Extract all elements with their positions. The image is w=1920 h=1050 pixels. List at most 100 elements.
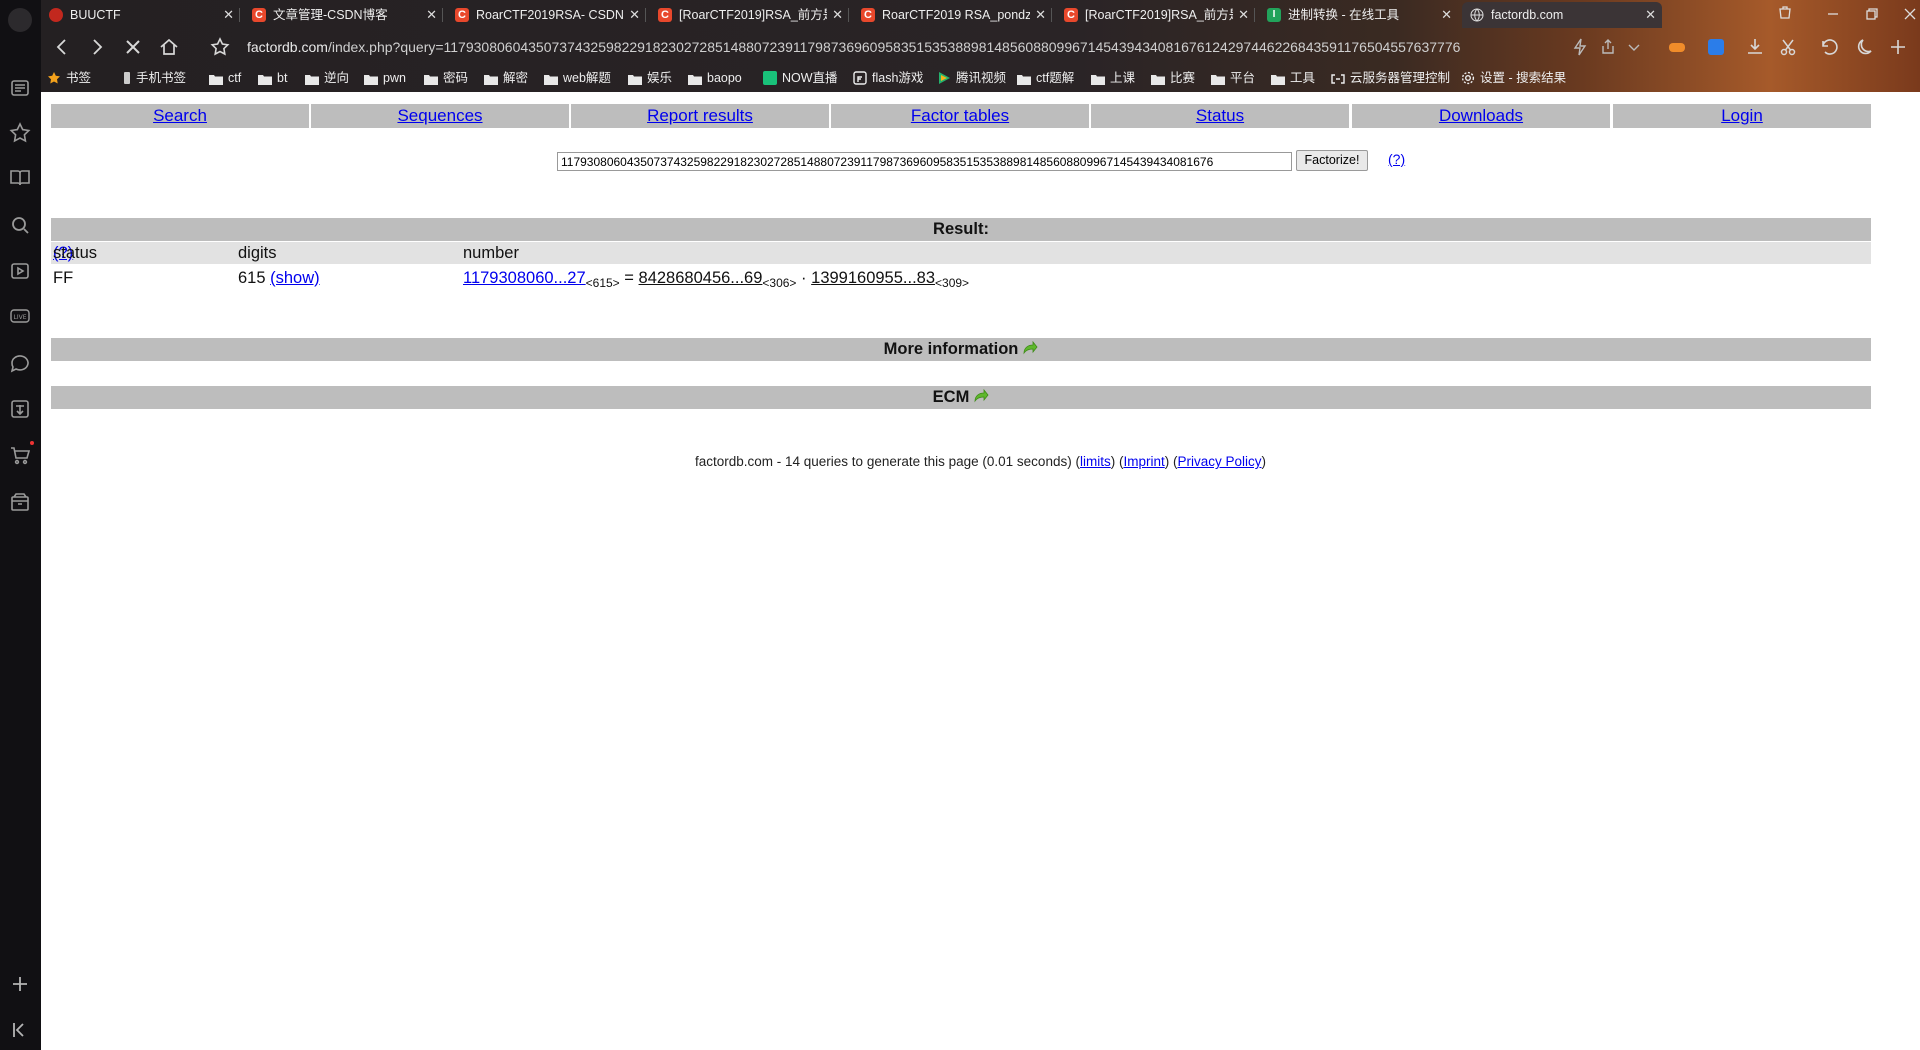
search-input[interactable] (557, 152, 1292, 171)
bookmark-item[interactable]: 云服务器管理控制 (1331, 69, 1450, 87)
bookmark-folder[interactable]: web解题 (544, 69, 611, 87)
menu-link-search[interactable]: Search (153, 106, 207, 125)
browser-sidebar: LIVE (0, 0, 41, 1050)
menu-link-login[interactable]: Login (1721, 106, 1763, 125)
menu-link-factor-tables[interactable]: Factor tables (911, 106, 1009, 125)
restore-icon[interactable] (1861, 4, 1883, 24)
home-icon[interactable] (158, 36, 180, 58)
add-icon[interactable] (8, 972, 32, 996)
scissors-icon[interactable] (1778, 36, 1800, 58)
video-icon[interactable] (8, 259, 32, 283)
bookmark-item[interactable]: 手机书签 (123, 69, 186, 87)
undo-icon[interactable] (1817, 36, 1839, 58)
tab-roarctf-rsa-2[interactable]: C [RoarCTF2019]RSA_前方是 ✕ (1056, 2, 1255, 28)
bookmark-folder[interactable]: pwn (364, 69, 406, 87)
bookmark-folder[interactable]: bt (258, 69, 287, 87)
factordb-menu: Search Sequences Report results Factor t… (51, 104, 1871, 128)
privacy-policy-link[interactable]: Privacy Policy (1177, 454, 1261, 469)
close-icon[interactable]: ✕ (832, 2, 843, 28)
bookmark-folder[interactable]: 平台 (1211, 69, 1255, 87)
game-controller-icon[interactable] (1666, 36, 1688, 58)
tab-roarctf-rsa-1[interactable]: C [RoarCTF2019]RSA_前方是 ✕ (650, 2, 849, 28)
close-icon[interactable]: ✕ (1035, 2, 1046, 28)
share-icon[interactable] (1597, 36, 1619, 58)
bookmark-item[interactable]: 腾讯视频 (937, 69, 1006, 87)
bookmark-folder[interactable]: 娱乐 (628, 69, 672, 87)
menu-link-downloads[interactable]: Downloads (1439, 106, 1523, 125)
new-tab-plus-icon[interactable] (1887, 36, 1909, 58)
factorize-button[interactable]: Factorize! (1296, 150, 1368, 171)
chevron-down-icon[interactable] (1623, 36, 1645, 58)
bookmark-folder[interactable]: 逆向 (305, 69, 349, 87)
favorites-star-icon[interactable] (8, 121, 32, 145)
close-icon[interactable]: ✕ (1645, 2, 1656, 28)
news-icon[interactable] (8, 76, 32, 100)
stop-loading-icon[interactable] (122, 36, 144, 58)
menu-link-sequences[interactable]: Sequences (397, 106, 482, 125)
forward-icon[interactable] (86, 36, 108, 58)
bookmark-folder[interactable]: 上课 (1091, 69, 1135, 87)
expand-arrow-icon[interactable] (973, 389, 989, 403)
tab-base-convert[interactable]: I 进制转换 - 在线工具 ✕ (1259, 2, 1458, 28)
tab-buuctf[interactable]: BUUCTF ✕ (41, 2, 240, 28)
factor-2-link[interactable]: 1399160955...83 (811, 269, 935, 287)
bookmark-folder[interactable]: 解密 (484, 69, 528, 87)
factor-1-link[interactable]: 8428680456...69 (639, 269, 763, 287)
bookmark-item[interactable]: 设置 - 搜索结果 (1461, 69, 1566, 87)
more-information-section[interactable]: More information (51, 338, 1871, 361)
night-mode-moon-icon[interactable] (1856, 36, 1878, 58)
ecm-section[interactable]: ECM (51, 386, 1871, 409)
shopping-cart-icon[interactable] (8, 443, 32, 467)
bookmark-item[interactable]: 书签 (47, 69, 91, 87)
close-icon[interactable]: ✕ (426, 2, 437, 28)
bookmark-item[interactable]: flash游戏 (853, 69, 923, 87)
bookmark-folder[interactable]: 比赛 (1151, 69, 1195, 87)
bookmark-star-icon[interactable] (209, 36, 231, 58)
number-link[interactable]: 1179308060...27 (463, 269, 586, 287)
tab-roarctf-rsa-pondzi[interactable]: C RoarCTF2019 RSA_pondzi ✕ (853, 2, 1052, 28)
show-link[interactable]: (show) (270, 269, 320, 287)
minimize-icon[interactable] (1822, 4, 1844, 24)
bookmark-folder[interactable]: ctf (209, 69, 241, 87)
bookmark-folder[interactable]: 工具 (1271, 69, 1315, 87)
menu-link-report-results[interactable]: Report results (647, 106, 753, 125)
folder-icon (424, 73, 438, 85)
close-icon[interactable]: ✕ (223, 2, 234, 28)
menu-factor-tables: Factor tables (831, 104, 1089, 128)
tab-csdn-search[interactable]: C RoarCTF2019RSA- CSDN搜 ✕ (447, 2, 646, 28)
collapse-sidebar-icon[interactable] (8, 1018, 32, 1042)
close-icon[interactable]: ✕ (629, 2, 640, 28)
bookmark-item[interactable]: NOW直播 (763, 69, 838, 87)
address-bar[interactable]: factordb.com/index.php?query=11793080604… (247, 37, 1559, 57)
bookmark-folder[interactable]: ctf题解 (1017, 69, 1074, 87)
chat-icon[interactable] (8, 351, 32, 375)
menu-report-results: Report results (571, 104, 829, 128)
menu-link-status[interactable]: Status (1196, 106, 1244, 125)
notification-dot (30, 441, 34, 445)
tab-csdn-manage[interactable]: C 文章管理-CSDN博客 ✕ (244, 2, 443, 28)
lightning-icon[interactable] (1569, 36, 1591, 58)
flash-game-icon (853, 71, 867, 85)
bookmark-folder[interactable]: baopo (688, 69, 742, 87)
imprint-link[interactable]: Imprint (1123, 454, 1164, 469)
close-icon[interactable]: ✕ (1441, 2, 1452, 28)
back-icon[interactable] (51, 36, 73, 58)
search-icon[interactable] (8, 213, 32, 237)
pin-icon[interactable] (1774, 4, 1796, 24)
translate-icon[interactable] (8, 397, 32, 421)
package-box-icon[interactable] (8, 490, 32, 514)
download-icon[interactable] (1744, 36, 1766, 58)
extension-icon[interactable] (1705, 36, 1727, 58)
svg-text:LIVE: LIVE (13, 314, 26, 321)
tab-title: 进制转换 - 在线工具 (1288, 8, 1400, 22)
expand-arrow-icon[interactable] (1022, 341, 1038, 355)
reading-book-icon[interactable] (8, 166, 32, 190)
folder-icon (1091, 73, 1105, 85)
close-window-icon[interactable] (1899, 4, 1920, 24)
close-icon[interactable]: ✕ (1238, 2, 1249, 28)
bookmark-folder[interactable]: 密码 (424, 69, 468, 87)
help-link[interactable]: (?) (1388, 151, 1405, 167)
limits-link[interactable]: limits (1080, 454, 1111, 469)
tab-factordb[interactable]: factordb.com ✕ (1462, 2, 1662, 28)
live-icon[interactable]: LIVE (8, 304, 32, 328)
